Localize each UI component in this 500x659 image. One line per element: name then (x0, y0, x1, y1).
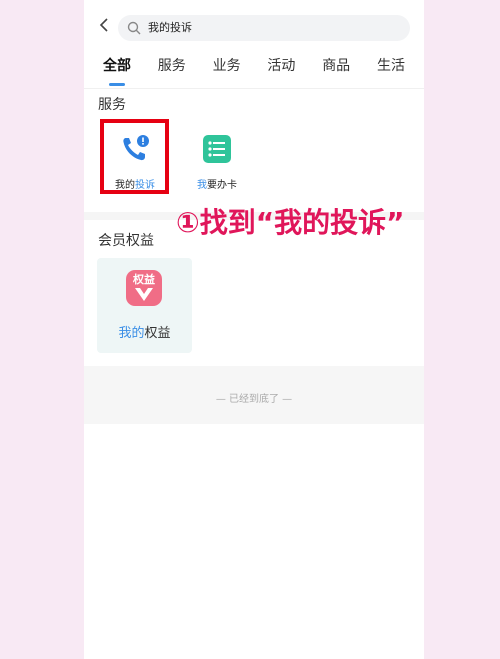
section-title-services: 服务 (98, 97, 126, 113)
section-title-membership: 会员权益 (98, 233, 154, 249)
tab-activity[interactable]: 活动 (262, 52, 300, 86)
service-item-apply-card[interactable]: 我要办卡 (184, 124, 250, 192)
tab-service[interactable]: 服务 (153, 52, 191, 86)
search-query: 我的投诉 (148, 21, 192, 34)
service-item-label: 我要办卡 (197, 180, 237, 191)
search-input[interactable]: 我的投诉 (118, 15, 410, 41)
chevron-left-icon (99, 18, 108, 32)
top-bar: 我的投诉 (84, 0, 424, 44)
tab-business[interactable]: 业务 (208, 52, 246, 86)
tab-goods[interactable]: 商品 (317, 52, 355, 86)
app-screen: 我的投诉 全部 服务 业务 活动 商品 生活 服务 我的投诉 我要办卡 ①找到“… (84, 0, 424, 659)
list-end: — 已经到底了 — (84, 366, 424, 424)
back-button[interactable] (96, 17, 112, 33)
membership-card-my-benefits[interactable]: 权益 我的权益 (97, 258, 192, 353)
end-of-list-text: — 已经到底了 — (215, 394, 293, 405)
tab-life[interactable]: 生活 (372, 52, 410, 86)
search-icon (127, 21, 141, 35)
highlight-frame (100, 119, 169, 194)
instruction-callout: ①找到“我的投诉” (176, 206, 405, 239)
benefits-badge-icon: 权益 (126, 270, 162, 306)
category-tabs: 全部 服务 业务 活动 商品 生活 (98, 52, 410, 86)
list-icon (202, 134, 232, 164)
divider (84, 88, 424, 89)
tab-all[interactable]: 全部 (98, 52, 136, 86)
membership-card-label: 我的权益 (118, 326, 171, 341)
